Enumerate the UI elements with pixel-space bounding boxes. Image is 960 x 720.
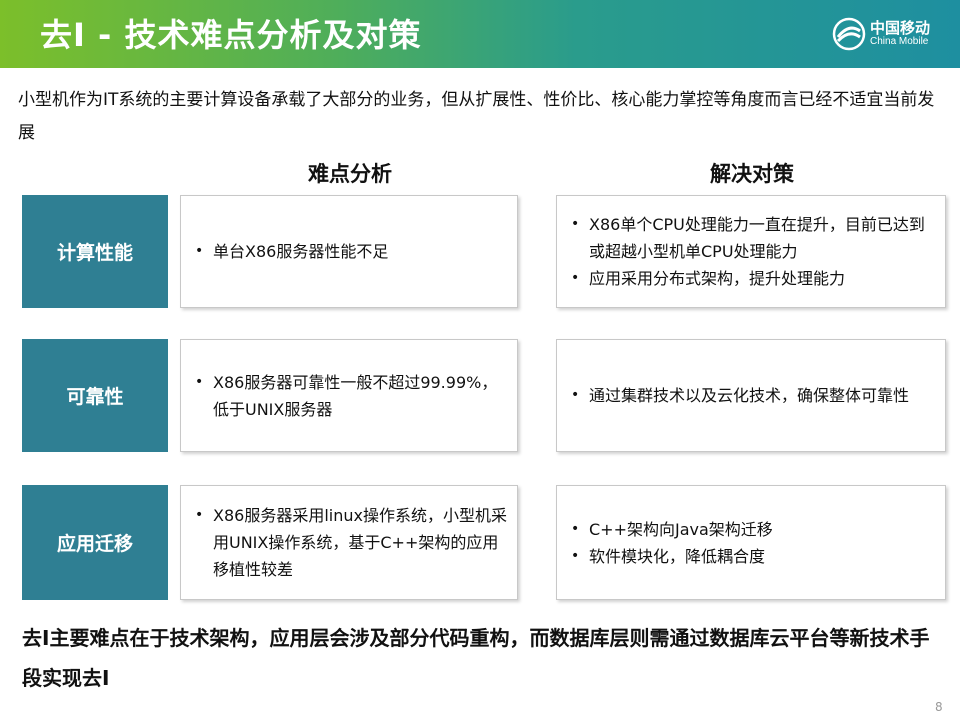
conclusion-text: 去I主要难点在于技术架构，应用层会涉及部分代码重构，而数据库层则需通过数据库云平… [22, 626, 930, 690]
analysis-box-computing-performance: • 单台X86服务器性能不足 [180, 195, 518, 308]
row-label-reliability: 可靠性 [22, 339, 168, 452]
list-item: • X86服务器采用linux操作系统，小型机采用UNIX操作系统，基于C++架构… [193, 502, 507, 583]
list-item: • C++架构向Java架构迁移 [569, 516, 935, 543]
column-heading-analysis: 难点分析 [308, 162, 392, 186]
bullet-icon: • [571, 216, 580, 232]
china-mobile-logo-icon [832, 17, 866, 51]
list-item: • 单台X86服务器性能不足 [193, 238, 507, 265]
list-item: • 通过集群技术以及云化技术，确保整体可靠性 [569, 382, 935, 409]
row-label-application-migration: 应用迁移 [22, 485, 168, 600]
bullet-icon: • [571, 520, 580, 537]
solution-box-reliability: • 通过集群技术以及云化技术，确保整体可靠性 [556, 339, 946, 452]
bullet-icon: • [571, 270, 580, 286]
page-number: 8 [935, 700, 943, 714]
solution-box-computing-performance: • X86单个CPU处理能力一直在提升，目前已达到或超越小型机单CPU处理能力 •… [556, 195, 946, 308]
slide-header: 去I - 技术难点分析及对策 中国移动 China Mobile [0, 0, 960, 68]
bullet-icon: • [195, 373, 204, 390]
logo-text-en: China Mobile [870, 36, 929, 47]
bullet-icon: • [195, 507, 204, 523]
list-item: • 软件模块化，降低耦合度 [569, 543, 935, 570]
list-item-text: X86服务器采用linux操作系统，小型机采用UNIX操作系统，基于C++架构的… [213, 506, 507, 579]
list-item-text: 软件模块化，降低耦合度 [589, 546, 766, 566]
list-item-text: 通过集群技术以及云化技术，确保整体可靠性 [589, 386, 910, 405]
list-item-text: 单台X86服务器性能不足 [213, 242, 389, 261]
solution-box-application-migration: • C++架构向Java架构迁移 • 软件模块化，降低耦合度 [556, 485, 946, 600]
list-item-text: C++架构向Java架构迁移 [589, 519, 773, 539]
list-item: • X86服务器可靠性一般不超过99.99%，低于UNIX服务器 [193, 369, 507, 423]
analysis-box-application-migration: • X86服务器采用linux操作系统，小型机采用UNIX操作系统，基于C++架构… [180, 485, 518, 600]
logo-text-cn: 中国移动 [870, 19, 931, 37]
china-mobile-logo: 中国移动 China Mobile [832, 17, 942, 51]
analysis-box-reliability: • X86服务器可靠性一般不超过99.99%，低于UNIX服务器 [180, 339, 518, 452]
list-item-text: X86服务器可靠性一般不超过99.99%，低于UNIX服务器 [213, 372, 498, 419]
list-item: • X86单个CPU处理能力一直在提升，目前已达到或超越小型机单CPU处理能力 [569, 211, 935, 265]
bullet-icon: • [195, 243, 204, 259]
list-item-text: 应用采用分布式架构，提升处理能力 [589, 269, 846, 288]
list-item: • 应用采用分布式架构，提升处理能力 [569, 265, 935, 292]
column-heading-solution: 解决对策 [710, 162, 794, 186]
intro-text: 小型机作为IT系统的主要计算设备承载了大部分的业务，但从扩展性、性价比、核心能力… [18, 90, 935, 143]
bullet-icon: • [571, 547, 580, 564]
list-item-text: X86单个CPU处理能力一直在提升，目前已达到或超越小型机单CPU处理能力 [589, 215, 925, 261]
slide-title: 去I - 技术难点分析及对策 [40, 16, 422, 54]
row-label-computing-performance: 计算性能 [22, 195, 168, 308]
bullet-icon: • [571, 387, 580, 403]
